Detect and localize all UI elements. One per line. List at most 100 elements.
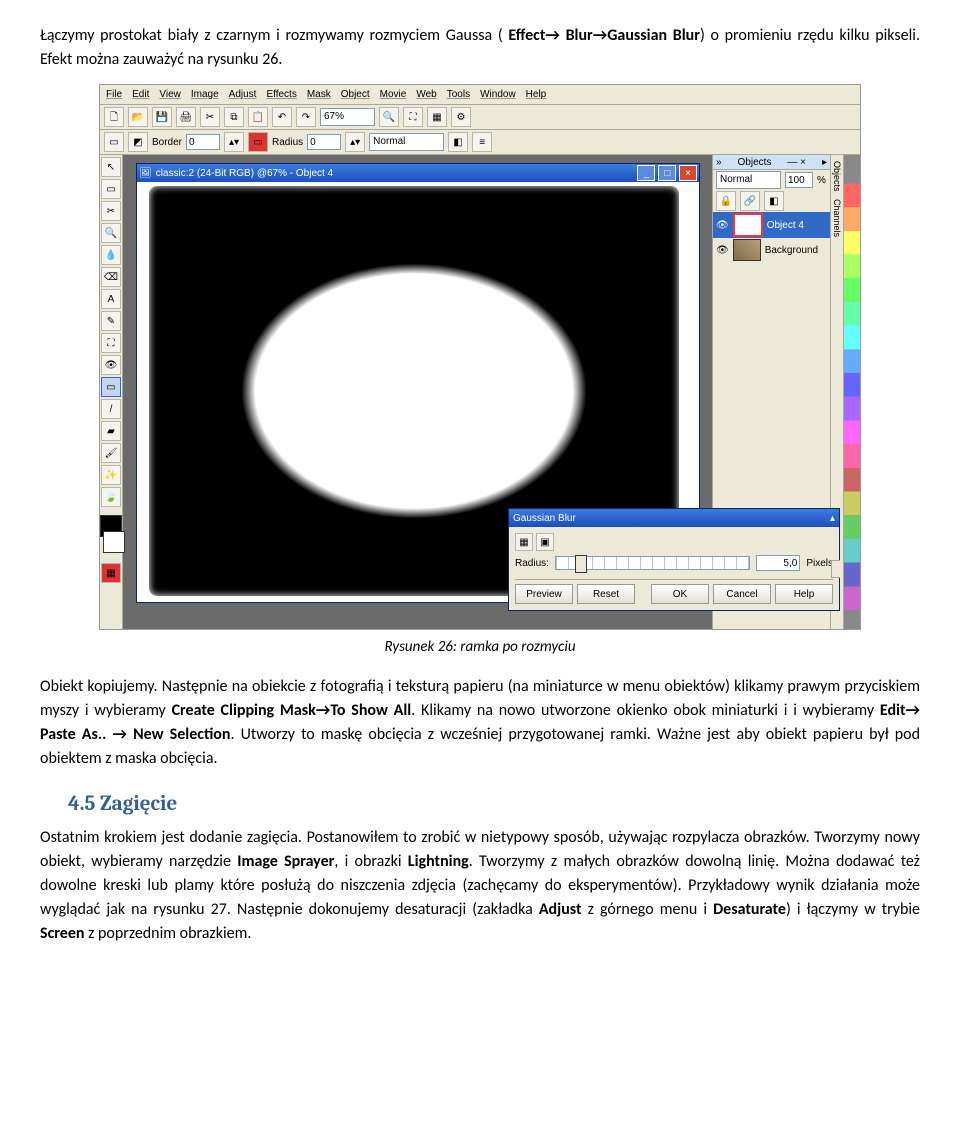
ok-button[interactable]: OK (651, 584, 709, 604)
text-tool-icon[interactable]: A (101, 289, 121, 309)
outline-color-icon[interactable]: ▭ (248, 132, 268, 152)
launcher-button[interactable]: ▦ (427, 107, 447, 127)
screenshot-photopaint: File Edit View Image Adjust Effects Mask… (99, 84, 861, 630)
blend-mode-select[interactable]: Normal (369, 133, 444, 151)
close-button[interactable]: × (679, 165, 697, 181)
document-titlebar: 🖼 classic:2 (24-Bit RGB) @67% - Object 4… (137, 164, 699, 182)
layer-item-background[interactable]: 👁 Background (713, 238, 830, 262)
side-tab-objects[interactable]: Objects (832, 161, 842, 192)
crop-tool-icon[interactable]: ✂ (101, 201, 121, 221)
undo-button[interactable]: ↶ (272, 107, 292, 127)
menu-edit[interactable]: Edit (132, 87, 149, 102)
redeye-tool-icon[interactable]: 👁 (101, 355, 121, 375)
menu-tools[interactable]: Tools (447, 87, 470, 102)
spinner-icon[interactable]: ▴▾ (345, 132, 365, 152)
pick-tool-icon[interactable]: ↖ (101, 157, 121, 177)
preview-button[interactable]: Preview (515, 584, 573, 604)
spinner-icon[interactable]: ▴▾ (224, 132, 244, 152)
color-palette-strip[interactable] (843, 155, 860, 629)
radius-unit: Pixels (806, 556, 833, 571)
menu-web[interactable]: Web (416, 87, 436, 102)
layer-opacity-value[interactable]: 100 (785, 172, 813, 188)
layer-lock-icon[interactable]: 🔒 (716, 191, 736, 211)
zoom-level[interactable]: 67% (320, 108, 375, 126)
border-label: Border (152, 135, 182, 150)
layer-mask-icon[interactable]: ◧ (764, 191, 784, 211)
dialog-flyout-tab[interactable] (831, 560, 840, 578)
panel-menu-icon[interactable]: ▸ (822, 155, 827, 170)
left-toolbox: ↖ ▭ ✂ 🔍 💧 ⌫ A ✎ ⛶ 👁 ▭ / ▰ 🖌 ✨ 🍃 ▦ (100, 155, 123, 629)
mask-tool-icon[interactable]: ▭ (101, 179, 121, 199)
dialog-titlebar: Gaussian Blur ▴ (509, 509, 839, 527)
mask-overlay-icon[interactable]: ▦ (101, 563, 121, 583)
menu-effects[interactable]: Effects (266, 87, 296, 102)
paint-tool-icon[interactable]: 🖌 (101, 443, 121, 463)
menu-help[interactable]: Help (526, 87, 547, 102)
options-button[interactable]: ⚙ (451, 107, 471, 127)
layer-icons-row: 🔒 🔗 ◧ (713, 190, 830, 212)
eraser-tool-icon[interactable]: ⌫ (101, 267, 121, 287)
preview-result-icon[interactable]: ▣ (536, 533, 554, 551)
redo-button[interactable]: ↷ (296, 107, 316, 127)
document-title: classic:2 (24-Bit RGB) @67% - Object 4 (156, 166, 333, 181)
eyedrop-tool-icon[interactable]: 💧 (101, 245, 121, 265)
effect-tool-icon[interactable]: ✨ (101, 465, 121, 485)
menu-window[interactable]: Window (480, 87, 516, 102)
menu-movie[interactable]: Movie (380, 87, 407, 102)
fill-tool-icon[interactable]: ▰ (101, 421, 121, 441)
opacity-percent: % (817, 173, 826, 188)
radius-slider[interactable] (555, 556, 750, 570)
text-bold: Image Sprayer (237, 852, 334, 871)
reset-button[interactable]: Reset (577, 584, 635, 604)
touchup-tool-icon[interactable]: ✎ (101, 311, 121, 331)
copy-button[interactable]: ⧉ (224, 107, 244, 127)
line-tool-icon[interactable]: / (101, 399, 121, 419)
paste-button[interactable]: 📋 (248, 107, 268, 127)
background-color[interactable] (103, 531, 125, 553)
cancel-button[interactable]: Cancel (713, 584, 771, 604)
new-button[interactable]: 🗋 (104, 107, 124, 127)
text-bold: Lightning (408, 852, 469, 871)
radius-value-input[interactable]: 5,0 (756, 555, 800, 571)
radius-value[interactable]: 0 (307, 134, 341, 150)
layer-item-object4[interactable]: 👁 Object 4 (713, 212, 830, 238)
radius-label: Radius: (515, 556, 549, 571)
print-button[interactable]: 🖨 (176, 107, 196, 127)
minimize-button[interactable]: _ (637, 165, 655, 181)
preview-original-icon[interactable]: ▦ (515, 533, 533, 551)
text-bold: Desaturate (713, 900, 786, 919)
slider-handle[interactable] (575, 555, 587, 573)
help-button[interactable]: Help (775, 584, 833, 604)
panel-close-icon[interactable]: — × (787, 155, 806, 170)
menu-adjust[interactable]: Adjust (229, 87, 257, 102)
shape-rect-icon[interactable]: ▭ (104, 132, 124, 152)
dialog-collapse-icon[interactable]: ▴ (830, 511, 835, 526)
maximize-button[interactable]: □ (658, 165, 676, 181)
save-button[interactable]: 💾 (152, 107, 172, 127)
zoom-fit-button[interactable]: ⛶ (403, 107, 423, 127)
visibility-icon[interactable]: 👁 (716, 243, 729, 258)
zoom-tool-icon[interactable]: 🔍 (101, 223, 121, 243)
sprayer-tool-icon[interactable]: 🍃 (101, 487, 121, 507)
menu-file[interactable]: File (106, 87, 122, 102)
clone-tool-icon[interactable]: ⛶ (101, 333, 121, 353)
rect-tool-icon[interactable]: ▭ (101, 377, 121, 397)
menu-mask[interactable]: Mask (307, 87, 331, 102)
menu-object[interactable]: Object (341, 87, 370, 102)
options2-icon[interactable]: ≡ (472, 132, 492, 152)
layer-thumb-icon (733, 213, 763, 237)
open-button[interactable]: 📂 (128, 107, 148, 127)
antialias-icon[interactable]: ◧ (448, 132, 468, 152)
layer-link-icon[interactable]: 🔗 (740, 191, 760, 211)
layer-name: Background (765, 243, 818, 258)
border-value[interactable]: 0 (186, 134, 220, 150)
toolbar-property: ▭ ◩ Border 0 ▴▾ ▭ Radius 0 ▴▾ Normal ◧ ≡ (100, 130, 860, 155)
fill-icon[interactable]: ◩ (128, 132, 148, 152)
side-tab-channels[interactable]: Channels (832, 199, 842, 237)
visibility-icon[interactable]: 👁 (716, 218, 729, 233)
menu-image[interactable]: Image (191, 87, 219, 102)
layer-blend-select[interactable]: Normal (716, 171, 781, 189)
zoom-in-button[interactable]: 🔍 (379, 107, 399, 127)
cut-button[interactable]: ✂ (200, 107, 220, 127)
menu-view[interactable]: View (159, 87, 181, 102)
